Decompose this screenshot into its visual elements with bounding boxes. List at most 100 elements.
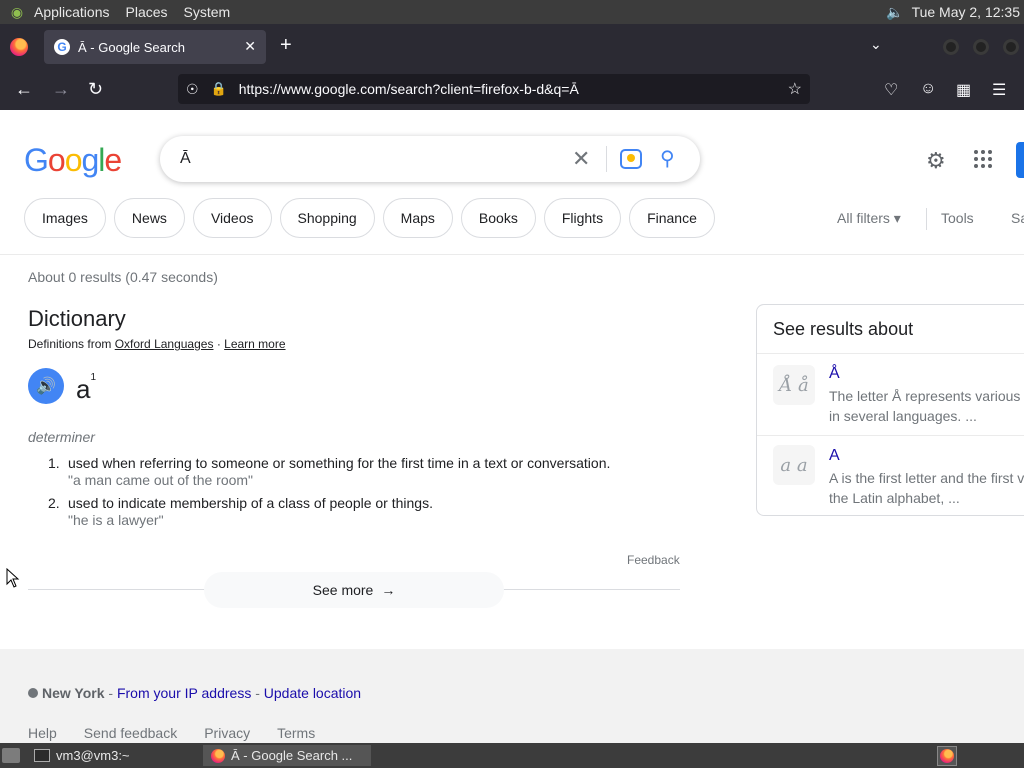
chip-books[interactable]: Books <box>460 198 536 238</box>
chip-news[interactable]: News <box>113 198 185 238</box>
source-prefix: Definitions from <box>28 337 112 351</box>
taskbar-terminal[interactable]: vm3@vm3:~ <box>34 746 130 765</box>
oxford-languages-link[interactable]: Oxford Languages <box>115 337 214 351</box>
caret-down-icon: ▾ <box>893 210 901 226</box>
google-logo-letter: o <box>47 142 66 178</box>
menu-applications[interactable]: Applications <box>34 4 110 20</box>
panel-divider <box>757 435 1024 436</box>
location-dot-icon <box>28 688 38 698</box>
close-tab-icon[interactable]: ✕ <box>244 38 256 55</box>
pronunciation-speaker-icon[interactable]: 🔊 <box>28 368 64 404</box>
definition-text: used to indicate membership of a class o… <box>68 495 433 511</box>
google-logo[interactable]: Google <box>24 142 122 179</box>
tab-google-search[interactable]: G Ā - Google Search ✕ <box>44 30 266 64</box>
see-more-button[interactable]: See more → <box>204 572 504 608</box>
result-link-a-ring[interactable]: Å <box>829 365 840 383</box>
volume-icon[interactable]: 🔈 <box>886 4 903 21</box>
reload-icon[interactable]: ↻ <box>88 79 103 100</box>
chip-images[interactable]: Images <box>24 198 106 238</box>
from-ip-link[interactable]: From your IP address <box>117 685 251 701</box>
result-stats: About 0 results (0.47 seconds) <box>28 269 218 285</box>
menu-system[interactable]: System <box>184 4 231 20</box>
show-desktop-icon[interactable] <box>2 748 20 763</box>
google-lens-icon[interactable] <box>620 149 642 169</box>
chevron-down-icon[interactable]: ⌄ <box>870 36 882 53</box>
google-logo-letter: g <box>81 142 99 178</box>
page-footer: New York - From your IP address - Update… <box>0 649 1024 743</box>
footer-links: Help Send feedback Privacy Terms <box>28 725 315 741</box>
chip-shopping[interactable]: Shopping <box>279 198 375 238</box>
header-divider <box>0 254 1024 255</box>
definition-item: 1. used when referring to someone or som… <box>48 455 610 488</box>
all-filters-dropdown[interactable]: All filters ▾ <box>837 210 901 227</box>
chip-videos[interactable]: Videos <box>192 198 272 238</box>
footer-link-help[interactable]: Help <box>28 725 57 741</box>
lock-icon[interactable]: 🔒 <box>211 81 227 97</box>
dictionary-source: Definitions from Oxford Languages · Lear… <box>28 337 286 351</box>
new-tab-icon[interactable]: + <box>280 34 292 57</box>
back-arrow-icon[interactable]: ← <box>15 79 33 100</box>
definition-number: 2. <box>48 495 60 511</box>
account-icon[interactable]: ☺ <box>920 80 936 98</box>
location-sep: - <box>104 685 117 701</box>
dictionary-title: Dictionary <box>28 306 126 331</box>
search-icon[interactable]: ⚲ <box>660 146 675 171</box>
headword-superscript: 1 <box>90 372 97 383</box>
see-more-label: See more <box>312 582 374 598</box>
definition-text: used when referring to someone or someth… <box>68 455 611 471</box>
tray-firefox[interactable] <box>937 746 957 766</box>
google-logo-letter: G <box>24 142 49 178</box>
url-text[interactable]: https://www.google.com/search?client=fir… <box>239 81 579 97</box>
hamburger-menu-icon[interactable]: ☰ <box>992 80 1006 100</box>
apps-grid-icon[interactable] <box>974 150 992 168</box>
shield-icon[interactable]: ☉ <box>186 81 199 98</box>
pocket-icon[interactable]: ♡ <box>884 80 898 100</box>
clear-search-icon[interactable]: ✕ <box>572 146 590 172</box>
sign-in-button[interactable] <box>1016 142 1024 178</box>
search-box[interactable]: Ā ✕ ⚲ <box>160 136 700 182</box>
bottom-taskbar: vm3@vm3:~ Ā - Google Search ... <box>0 743 1024 768</box>
firefox-icon[interactable] <box>10 38 28 56</box>
result-desc-line: A is the first letter and the first v <box>829 470 1024 486</box>
menu-places[interactable]: Places <box>126 4 168 20</box>
footer-link-send-feedback[interactable]: Send feedback <box>84 725 177 741</box>
chip-flights[interactable]: Flights <box>543 198 622 238</box>
feedback-link[interactable]: Feedback <box>627 553 680 567</box>
taskbar-firefox[interactable]: Ā - Google Search ... <box>203 745 371 766</box>
google-results-page: Google Ā ✕ ⚲ ⚙ Images News Videos Shoppi… <box>0 110 1024 743</box>
system-top-panel: ◉ Applications Places System 🔈 Tue May 2… <box>0 0 1024 24</box>
definition-number: 1. <box>48 455 60 471</box>
headword: a1 <box>76 372 97 405</box>
gear-icon[interactable]: ⚙ <box>926 148 946 174</box>
safesearch-button[interactable]: Sa <box>1011 210 1024 226</box>
chip-maps[interactable]: Maps <box>382 198 453 238</box>
close-window-icon[interactable] <box>1003 39 1019 55</box>
forward-arrow-icon[interactable]: → <box>52 79 70 100</box>
letter-a-thumbnail[interactable]: a a <box>773 445 815 485</box>
tab-title: Ā - Google Search <box>78 39 185 55</box>
url-bar[interactable]: ☉ 🔒 https://www.google.com/search?client… <box>178 74 810 104</box>
all-filters-label: All filters <box>837 210 890 226</box>
learn-more-link[interactable]: Learn more <box>224 337 285 351</box>
result-link-a[interactable]: A <box>829 447 840 465</box>
arrow-right-icon: → <box>381 582 396 598</box>
extensions-icon[interactable]: ▦ <box>956 80 971 100</box>
tools-button[interactable]: Tools <box>941 210 974 226</box>
panel-divider <box>757 353 1024 354</box>
definition-example: "he is a lawyer" <box>68 512 164 528</box>
search-input[interactable]: Ā <box>180 150 191 168</box>
part-of-speech: determiner <box>28 429 95 445</box>
mouse-cursor-icon <box>6 568 20 588</box>
footer-link-privacy[interactable]: Privacy <box>204 725 250 741</box>
see-results-title: See results about <box>773 319 914 339</box>
clock[interactable]: Tue May 2, 12:35 <box>912 4 1020 20</box>
footer-link-terms[interactable]: Terms <box>277 725 315 741</box>
chip-finance[interactable]: Finance <box>629 198 715 238</box>
maximize-window-icon[interactable] <box>973 39 989 55</box>
bookmark-star-icon[interactable]: ☆ <box>788 79 802 99</box>
google-logo-letter: e <box>104 142 122 178</box>
update-location-link[interactable]: Update location <box>264 685 361 701</box>
gnome-foot-icon[interactable]: ◉ <box>6 3 28 21</box>
letter-a-ring-thumbnail[interactable]: Å å <box>773 365 815 405</box>
minimize-window-icon[interactable] <box>943 39 959 55</box>
